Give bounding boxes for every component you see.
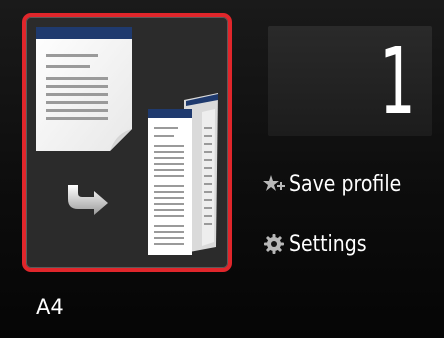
two-sided-output-icon [148,93,218,255]
settings-button[interactable]: Settings [262,226,438,262]
two-sided-layout-button[interactable] [22,13,232,272]
two-sided-layout-illustration [36,27,218,255]
save-profile-button[interactable]: Save profile [262,166,438,202]
original-document-icon [36,27,132,151]
save-profile-label: Save profile [289,171,402,197]
arrow-right-icon [68,185,108,215]
gear-icon [264,234,284,254]
copies-count: 1 [379,28,416,135]
copies-count-button[interactable]: 1 [268,26,432,136]
copy-screen: 1 Save profile Settings A4 [0,0,444,338]
star-plus-icon [263,175,285,191]
settings-label: Settings [289,231,367,257]
paper-size-value[interactable]: A4 [36,295,64,319]
